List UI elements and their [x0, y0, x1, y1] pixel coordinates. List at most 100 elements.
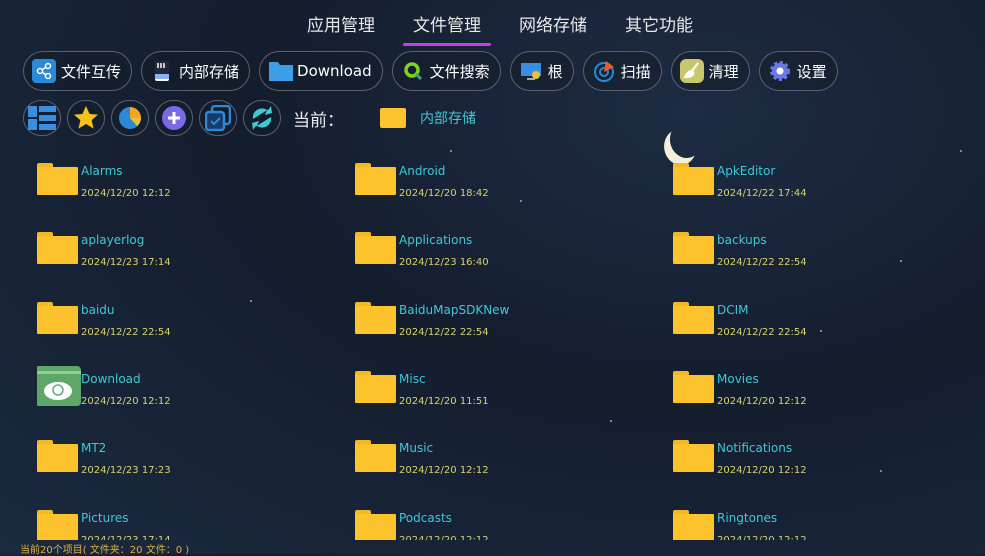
folder-name: Podcasts	[399, 510, 452, 525]
download-button[interactable]: Download	[259, 51, 383, 91]
folder-icon	[355, 232, 396, 265]
sync-icon	[252, 106, 272, 130]
settings-button[interactable]: 设置	[758, 51, 838, 91]
folder-item[interactable]: Podcasts 2024/12/20 12:12	[355, 507, 655, 541]
favorites-button[interactable]	[67, 100, 105, 136]
folder-name: Alarms	[81, 164, 123, 178]
folder-icon	[673, 301, 714, 334]
folder-date: 2024/12/20 18:42	[399, 188, 489, 199]
folder-item[interactable]: Ringtones 2024/12/20 12:12	[673, 507, 973, 541]
folder-icon	[673, 370, 714, 403]
folder-name: aplayerlog	[81, 233, 145, 248]
toolbar: 文件互传 内部存储 Download 文件搜索 根 扫描 清理 设置	[23, 51, 838, 91]
button-label: 内部存储	[179, 62, 240, 81]
folder-item[interactable]: baidu 2024/12/22 22:54	[37, 299, 337, 349]
folder-icon	[268, 59, 294, 83]
folder-date: 2024/12/22 22:54	[399, 326, 489, 338]
folder-name: MT2	[81, 441, 107, 456]
folder-icon	[673, 232, 714, 265]
tab-app-management[interactable]: 应用管理	[288, 14, 394, 46]
folder-icon	[355, 440, 396, 473]
folder-name: ApkEditor	[717, 164, 776, 178]
list-view-button[interactable]	[23, 100, 61, 136]
folder-icon	[673, 440, 714, 473]
add-icon	[162, 106, 186, 130]
folder-item[interactable]: Notifications 2024/12/20 12:12	[673, 437, 973, 487]
folder-date: 2024/12/22 22:54	[717, 326, 807, 338]
folder-name: backups	[717, 233, 767, 248]
internal-storage-button[interactable]: 内部存储	[141, 51, 251, 91]
folder-name: Music	[399, 441, 434, 456]
folder-name: DCIM	[717, 302, 749, 317]
folder-item[interactable]: Android 2024/12/20 18:42	[355, 160, 655, 210]
folder-icon	[355, 370, 396, 403]
root-button[interactable]: 根	[509, 51, 574, 91]
tab-network-storage[interactable]: 网络存储	[500, 14, 606, 46]
add-button[interactable]	[155, 100, 193, 136]
button-label: 根	[547, 62, 563, 81]
folder-item[interactable]: Applications 2024/12/23 16:40	[355, 229, 655, 279]
folder-item[interactable]: DCIM 2024/12/22 22:54	[673, 299, 973, 349]
button-label: 文件互传	[61, 62, 122, 81]
folder-item[interactable]: BaiduMapSDKNew 2024/12/22 22:54	[355, 299, 655, 349]
folder-item[interactable]: Download 2024/12/20 12:12	[37, 365, 337, 418]
folder-icon	[355, 301, 396, 334]
folder-icon	[37, 301, 78, 334]
file-transfer-button[interactable]: 文件互传	[23, 51, 133, 91]
folder-date: 2024/12/20 12:12	[717, 465, 807, 477]
folder-date: 2024/12/20 12:12	[81, 395, 171, 407]
current-path[interactable]: 内部存储	[420, 108, 476, 128]
folder-name: Applications	[399, 233, 473, 248]
multi-select-button[interactable]	[199, 100, 237, 136]
file-search-button[interactable]: 文件搜索	[391, 51, 501, 91]
sd-card-icon	[150, 59, 174, 83]
clean-button[interactable]: 清理	[670, 51, 750, 91]
folder-item[interactable]: backups 2024/12/22 22:54	[673, 229, 973, 279]
refresh-button[interactable]	[243, 100, 281, 136]
folder-name: BaiduMapSDKNew	[399, 302, 510, 317]
multi-select-icon	[205, 105, 231, 131]
action-bar: 当前： 内部存储	[23, 100, 476, 136]
tab-other-functions[interactable]: 其它功能	[606, 14, 712, 46]
tab-file-management[interactable]: 文件管理	[394, 14, 500, 46]
scan-button[interactable]: 扫描	[582, 51, 662, 91]
folder-icon	[37, 440, 78, 473]
button-label: 清理	[708, 62, 739, 81]
folder-icon	[380, 108, 406, 128]
folder-name: Download	[81, 371, 141, 386]
button-label: 文件搜索	[429, 62, 490, 81]
star-decoration	[450, 150, 452, 152]
storage-analysis-button[interactable]	[111, 100, 149, 136]
folder-icon	[355, 509, 396, 540]
pie-chart-icon	[119, 107, 141, 129]
top-tabs: 应用管理 文件管理 网络存储 其它功能	[288, 14, 712, 46]
folder-name: Misc	[399, 371, 426, 386]
folder-date: 2024/12/20 12:12	[399, 534, 489, 541]
folder-item[interactable]: Alarms 2024/12/20 12:12	[37, 160, 337, 210]
folder-name: Movies	[717, 371, 759, 386]
folder-item[interactable]: Misc 2024/12/20 11:51	[355, 368, 655, 418]
button-label: Download	[297, 62, 372, 80]
folder-date: 2024/12/20 12:12	[81, 188, 171, 199]
folder-date: 2024/12/23 17:14	[81, 534, 171, 541]
folder-item[interactable]: MT2 2024/12/23 17:23	[37, 437, 337, 487]
folder-item[interactable]: Music 2024/12/20 12:12	[355, 437, 655, 487]
folder-date: 2024/12/23 17:23	[81, 465, 171, 477]
list-view-icon	[28, 106, 56, 130]
folder-name: Android	[399, 164, 446, 178]
radar-scan-icon	[592, 59, 616, 83]
moon-decoration	[667, 119, 705, 160]
folder-date: 2024/12/20 12:12	[717, 534, 807, 541]
folder-date: 2024/12/20 11:51	[399, 395, 489, 407]
folder-item[interactable]: aplayerlog 2024/12/23 17:14	[37, 229, 337, 279]
folder-date: 2024/12/20 12:12	[717, 395, 807, 407]
star-decoration	[960, 150, 962, 152]
folder-item[interactable]: Pictures 2024/12/23 17:14	[37, 507, 337, 541]
folder-item[interactable]: Movies 2024/12/20 12:12	[673, 368, 973, 418]
root-monitor-icon	[519, 59, 543, 83]
button-label: 设置	[796, 62, 827, 81]
search-icon	[401, 59, 425, 83]
folder-name: Notifications	[717, 441, 793, 456]
folder-item[interactable]: ApkEditor 2024/12/22 17:44	[673, 160, 973, 210]
file-grid: Alarms 2024/12/20 12:12 Android 2024/12/20 …	[37, 160, 985, 540]
